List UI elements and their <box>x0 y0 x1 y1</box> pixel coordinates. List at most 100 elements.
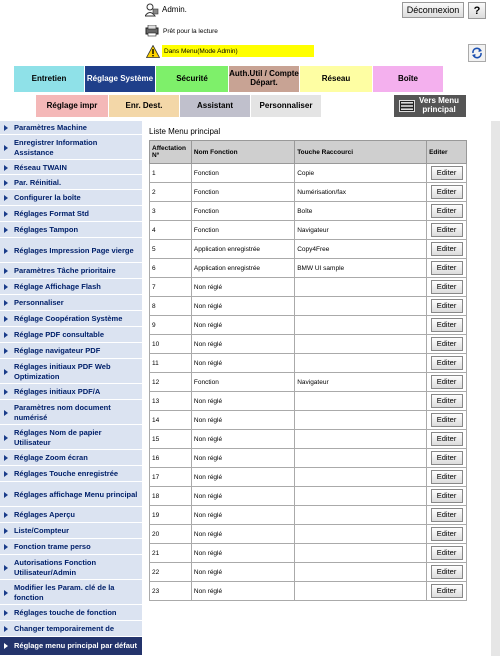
edit-button[interactable]: Editer <box>430 584 463 598</box>
sidebar-item[interactable]: Réglage PDF consultable <box>0 328 142 343</box>
edit-button[interactable]: Editer <box>430 413 463 427</box>
edit-cell[interactable]: Editer <box>426 258 467 278</box>
sidebar-item[interactable]: Réglages touche de fonction <box>0 606 142 621</box>
edit-cell[interactable]: Editer <box>426 239 467 259</box>
tab-auth-util[interactable]: Auth.Util / Compte Départ. <box>229 66 299 92</box>
sidebar-item[interactable]: Réglages Aperçu <box>0 508 142 523</box>
sidebar-item[interactable]: Réglage navigateur PDF <box>0 344 142 359</box>
tab-enr-dest[interactable]: Enr. Dest. <box>109 95 179 117</box>
edit-cell[interactable]: Editer <box>426 353 467 373</box>
sidebar-item[interactable]: Fonction trame perso <box>0 540 142 555</box>
edit-button[interactable]: Editer <box>430 242 463 256</box>
edit-cell[interactable]: Editer <box>426 182 467 202</box>
edit-cell[interactable]: Editer <box>426 429 467 449</box>
edit-button[interactable]: Editer <box>430 565 463 579</box>
edit-button[interactable]: Editer <box>430 337 463 351</box>
sidebar-item[interactable]: Réglages affichage Menu principal <box>0 483 142 507</box>
sidebar-item[interactable]: Autorisations Fonction Utilisateur/Admin <box>0 556 142 580</box>
sidebar-item[interactable]: Liste/Compteur <box>0 524 142 539</box>
edit-cell[interactable]: Editer <box>426 448 467 468</box>
edit-button[interactable]: Editer <box>430 451 463 465</box>
sidebar-item[interactable]: Réglage Affichage Flash <box>0 280 142 295</box>
edit-button[interactable]: Editer <box>430 546 463 560</box>
edit-cell[interactable]: Editer <box>426 201 467 221</box>
tab-assistant[interactable]: Assistant <box>180 95 250 117</box>
sidebar-item[interactable]: Réglages Tampon <box>0 223 142 238</box>
tab-entretien[interactable]: Entretien <box>14 66 84 92</box>
function-name: Fonction <box>190 201 296 221</box>
edit-cell[interactable]: Editer <box>426 372 467 392</box>
sidebar-item[interactable]: Paramètres Tâche prioritaire <box>0 264 142 279</box>
sidebar-item[interactable]: Personnaliser <box>0 296 142 311</box>
table-row: 10 Non réglé Editer <box>149 334 467 354</box>
tab-reglage-impr[interactable]: Réglage impr <box>36 95 108 117</box>
edit-button[interactable]: Editer <box>430 318 463 332</box>
edit-button[interactable]: Editer <box>430 489 463 503</box>
vers-menu-principal-button[interactable]: Vers Menu principal <box>394 95 466 117</box>
edit-button[interactable]: Editer <box>430 375 463 389</box>
edit-cell[interactable]: Editer <box>426 296 467 316</box>
sidebar-item[interactable]: Par. Réinitial. <box>0 176 142 190</box>
tab-securite[interactable]: Sécurité <box>156 66 228 92</box>
edit-cell[interactable]: Editer <box>426 505 467 525</box>
edit-button[interactable]: Editer <box>430 356 463 370</box>
sidebar-item[interactable]: Enregistrer Information Assistance <box>0 136 142 160</box>
sidebar-item[interactable]: Réglage Coopération Système <box>0 312 142 327</box>
function-name: Non réglé <box>190 429 296 449</box>
edit-cell[interactable]: Editer <box>426 543 467 563</box>
edit-button[interactable]: Editer <box>430 204 463 218</box>
sidebar-item[interactable]: Réseau TWAIN <box>0 161 142 175</box>
shortcut-key <box>294 429 428 449</box>
help-button[interactable]: ? <box>468 2 486 19</box>
edit-button[interactable]: Editer <box>430 470 463 484</box>
edit-button[interactable]: Editer <box>430 166 463 180</box>
sidebar-item[interactable]: Réglage Zoom écran <box>0 451 142 466</box>
edit-button[interactable]: Editer <box>430 280 463 294</box>
tab-personnaliser[interactable]: Personnaliser <box>251 95 321 117</box>
edit-cell[interactable]: Editer <box>426 467 467 487</box>
sidebar-item[interactable]: Réglages Touche enregistrée <box>0 467 142 482</box>
edit-cell[interactable]: Editer <box>426 334 467 354</box>
logout-button[interactable]: Déconnexion <box>402 2 464 18</box>
sidebar-item[interactable]: Paramètres Machine <box>0 121 142 135</box>
edit-button[interactable]: Editer <box>430 299 463 313</box>
sidebar-item[interactable]: Modifier les Param. clé de la fonction <box>0 581 142 605</box>
tab-reseau[interactable]: Réseau <box>300 66 372 92</box>
edit-button[interactable]: Editer <box>430 432 463 446</box>
sidebar-item[interactable]: Réglage menu principal par défaut <box>0 637 142 656</box>
shortcut-key <box>294 543 428 563</box>
sidebar-item[interactable]: Réglages Impression Page vierge <box>0 239 142 263</box>
edit-button[interactable]: Editer <box>430 223 463 237</box>
sidebar-item[interactable]: Configurer la boîte <box>0 191 142 206</box>
edit-cell[interactable]: Editer <box>426 277 467 297</box>
edit-button[interactable]: Editer <box>430 261 463 275</box>
edit-cell[interactable]: Editer <box>426 524 467 544</box>
assignment-number: 13 <box>149 391 192 411</box>
tab-reglage-systeme[interactable]: Réglage Système <box>85 66 155 92</box>
edit-cell[interactable]: Editer <box>426 486 467 506</box>
edit-cell[interactable]: Editer <box>426 581 467 601</box>
edit-cell[interactable]: Editer <box>426 163 467 183</box>
assignment-number: 5 <box>149 239 192 259</box>
sidebar-item[interactable]: Changer temporairement de <box>0 622 142 637</box>
edit-button[interactable]: Editer <box>430 527 463 541</box>
edit-button[interactable]: Editer <box>430 508 463 522</box>
edit-cell[interactable]: Editer <box>426 391 467 411</box>
arrow-right-icon <box>4 227 8 233</box>
arrow-right-icon <box>4 368 8 375</box>
edit-cell[interactable]: Editer <box>426 410 467 430</box>
sidebar-item[interactable]: Réglages initiaux PDF/A <box>0 385 142 400</box>
edit-button[interactable]: Editer <box>430 185 463 199</box>
table-header-row: Affectation Nº Nom Fonction Touche Racco… <box>149 140 467 164</box>
sidebar-item[interactable]: Réglages initiaux PDF Web Optimization <box>0 360 142 384</box>
tab-boite[interactable]: Boîte <box>373 66 443 92</box>
edit-cell[interactable]: Editer <box>426 220 467 240</box>
sidebar-item[interactable]: Paramètres nom document numérisé <box>0 401 142 425</box>
refresh-button[interactable] <box>468 44 486 62</box>
scrollbar[interactable] <box>491 121 500 656</box>
sidebar-item[interactable]: Réglages Format Std <box>0 207 142 222</box>
edit-cell[interactable]: Editer <box>426 315 467 335</box>
edit-cell[interactable]: Editer <box>426 562 467 582</box>
sidebar-item[interactable]: Réglages Nom de papier Utilisateur <box>0 426 142 450</box>
edit-button[interactable]: Editer <box>430 394 463 408</box>
